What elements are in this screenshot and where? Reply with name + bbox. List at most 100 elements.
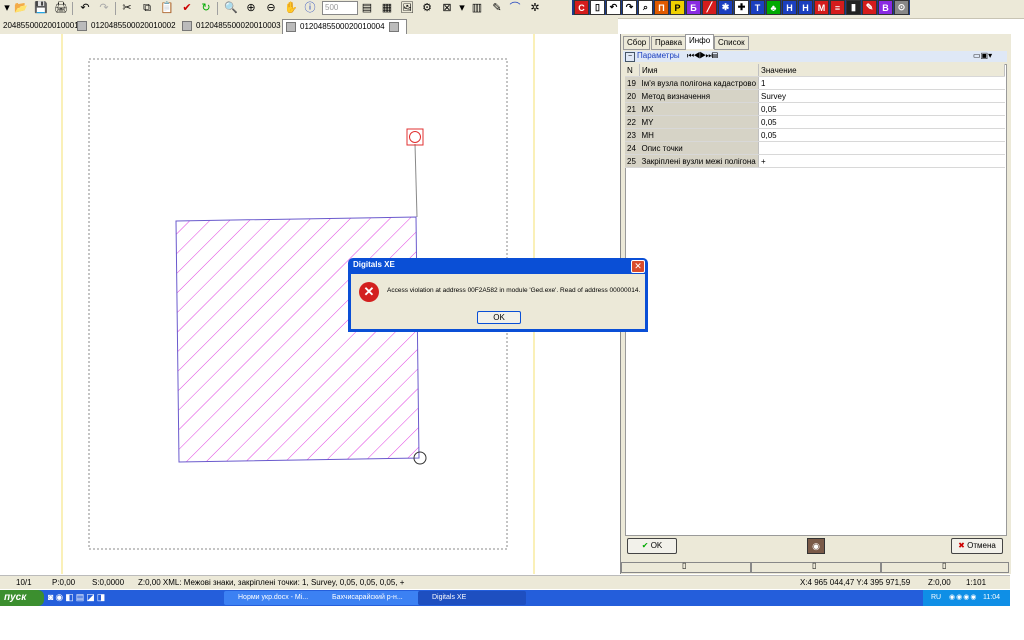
doc-tab-active[interactable]: 0120485500020010004	[282, 19, 407, 34]
table-row[interactable]: 21 MX 0,05	[625, 102, 1005, 116]
close-tab-icon[interactable]	[286, 21, 296, 32]
tab-list[interactable]: Список	[714, 36, 749, 50]
grip-icon: ▯	[942, 561, 947, 570]
print-icon[interactable]: 🖨	[54, 1, 68, 15]
snap-icon[interactable]: ✲	[528, 1, 542, 15]
splitter-handle-2[interactable]: ▯	[751, 561, 881, 573]
grid-icon[interactable]: ▥	[470, 1, 484, 15]
tool-m-icon[interactable]: М	[814, 0, 829, 15]
export-icon[interactable]: ⊠	[440, 1, 454, 15]
save-icon[interactable]: 💾	[34, 1, 48, 15]
tool-c-icon[interactable]: С	[574, 0, 589, 15]
taskbar-item-active[interactable]: Digitals XE	[418, 591, 526, 605]
pan-hand-icon[interactable]: ✋	[284, 1, 298, 15]
tool-doc-icon[interactable]: ▯	[590, 0, 605, 15]
col-value: Значение	[758, 64, 1005, 77]
tab-collect[interactable]: Сбор	[623, 36, 651, 50]
tool-p-icon[interactable]: П	[654, 0, 669, 15]
status-perimeter: P:0,00	[52, 578, 76, 587]
table-row[interactable]: 22 MY 0,05	[625, 115, 1005, 129]
collapse-icon[interactable]: −	[625, 52, 635, 62]
taskbar-item[interactable]: Бахчисарайский р-н...	[318, 591, 420, 605]
properties-panel: Сбор Правка Инфо Список − Параметры ⏮◀▶⏭…	[620, 34, 1011, 574]
tool-h-icon[interactable]: H	[782, 0, 797, 15]
zoom-input[interactable]: 500	[322, 1, 358, 15]
table-row[interactable]: 24 Опис точки	[625, 141, 1005, 155]
tool-slash-icon[interactable]: ╱	[702, 0, 717, 15]
tab-edit[interactable]: Правка	[651, 36, 687, 50]
doc-tab[interactable]: 0120485500020010003	[179, 19, 284, 33]
object-toolbar: С ▯ ↶ ↷ ⌕ П P Б ╱ ✱ ✚ T ♣ H H М ≡ ▮ ✎ B …	[572, 0, 910, 15]
panel-cancel-button[interactable]: ✖ Отмена	[951, 538, 1003, 554]
tool-undo-icon[interactable]: ↶	[606, 0, 621, 15]
redo-icon[interactable]: ↷	[97, 1, 111, 15]
tool-cross-icon[interactable]: ✚	[734, 0, 749, 15]
table-row[interactable]: 20 Метод визначення Survey	[625, 89, 1005, 103]
tab-info[interactable]: Инфо	[685, 34, 715, 49]
tool-gray-icon[interactable]: ⊙	[894, 0, 909, 15]
language-indicator[interactable]: RU	[931, 590, 941, 606]
status-coords: X:4 965 044,47 Y:4 395 971,59	[800, 578, 911, 587]
preview-eye-icon[interactable]: ◉	[807, 538, 825, 554]
info-icon[interactable]: ⓘ	[303, 1, 317, 15]
doc-tab[interactable]: 0120485500020010002	[74, 19, 179, 33]
tool-lines-icon[interactable]: ≡	[830, 0, 845, 15]
tool-p2-icon[interactable]: P	[670, 0, 685, 15]
splitter-handle-1[interactable]: ▯	[621, 561, 751, 573]
close-tab-icon[interactable]	[182, 20, 192, 31]
table-row[interactable]: 23 MH 0,05	[625, 128, 1005, 142]
paste-icon[interactable]: 📋	[160, 1, 174, 15]
panel-ok-button[interactable]: ✔ OK	[627, 538, 677, 554]
open-folder-icon[interactable]: 📂	[14, 1, 28, 15]
table-icon[interactable]: ▦	[380, 1, 394, 15]
parcel-polygon[interactable]	[175, 216, 420, 463]
tool-h2-icon[interactable]: H	[798, 0, 813, 15]
zoom-out-icon[interactable]: ⊖	[264, 1, 278, 15]
cut-icon[interactable]: ✂	[120, 1, 134, 15]
tool-pen-icon[interactable]: ✎	[862, 0, 877, 15]
clock: 11:04	[983, 594, 1000, 601]
start-button[interactable]: пуск	[0, 590, 44, 606]
tool-b-icon[interactable]: Б	[686, 0, 701, 15]
undo-icon[interactable]: ↶	[78, 1, 92, 15]
tool-binoculars-icon[interactable]: ⌕	[638, 0, 653, 15]
dialog-ok-button[interactable]: OK	[477, 311, 521, 324]
layers-icon[interactable]: ▤	[360, 1, 374, 15]
close-tab-icon[interactable]	[77, 20, 87, 31]
refresh-icon[interactable]: ↻	[199, 1, 213, 15]
panel-options-icon[interactable]: ▭▣▾	[973, 51, 992, 60]
record-nav-icon[interactable]: ⏮◀▶⏭▤	[687, 51, 718, 61]
table-row[interactable]: 19 Ім'я вузла полігона кадастрово 1	[625, 76, 1005, 90]
grip-icon: ▯	[812, 561, 817, 570]
tool-t-icon[interactable]: T	[750, 0, 765, 15]
zoom-in-icon[interactable]: ⊕	[244, 1, 258, 15]
tool-redo-icon[interactable]: ↷	[622, 0, 637, 15]
tools-icon[interactable]: ⚙	[420, 1, 434, 15]
edit-icon[interactable]: ✎	[490, 1, 504, 15]
copy-icon[interactable]: ⧉	[140, 1, 154, 15]
close-tab-icon[interactable]	[388, 21, 399, 32]
table-row[interactable]: 25 Закріплені вузли межі полігона +	[625, 154, 1005, 168]
zoom-area-icon[interactable]: 🔍	[224, 1, 238, 15]
dialog-body: ✕ Access violation at address 00F2A582 i…	[351, 274, 645, 329]
cross-icon: ✖	[958, 541, 968, 550]
error-message: Access violation at address 00F2A582 in …	[387, 287, 641, 294]
curve-icon[interactable]: ⌒	[508, 1, 522, 15]
check-icon[interactable]: ✔	[180, 1, 194, 15]
splitter-handle-3[interactable]: ▯	[881, 561, 1009, 573]
dropdown-arrow-icon[interactable]: ▾	[0, 1, 14, 15]
taskbar-item[interactable]: Норми укр.docx - Mi...	[224, 591, 326, 605]
quick-launch-icons[interactable]: ◙◉◧▤◪◨	[48, 592, 107, 603]
dropdown-arrow-icon[interactable]: ▾	[455, 1, 469, 15]
point-marker-circle[interactable]	[409, 131, 421, 143]
close-icon[interactable]: ✕	[631, 260, 645, 273]
error-icon: ✕	[359, 282, 379, 302]
tool-black-icon[interactable]: ▮	[846, 0, 861, 15]
taskbar: пуск ◙◉◧▤◪◨ Норми укр.docx - Mi... Бахчи…	[0, 590, 1010, 606]
tool-b2-icon[interactable]: B	[878, 0, 893, 15]
image-icon[interactable]: 🖼	[400, 1, 414, 15]
tool-star-icon[interactable]: ✱	[718, 0, 733, 15]
tray-icons[interactable]: ◉◉◉◉	[949, 590, 977, 606]
tool-green-icon[interactable]: ♣	[766, 0, 781, 15]
doc-tab[interactable]: 20485500020010001	[0, 19, 82, 33]
